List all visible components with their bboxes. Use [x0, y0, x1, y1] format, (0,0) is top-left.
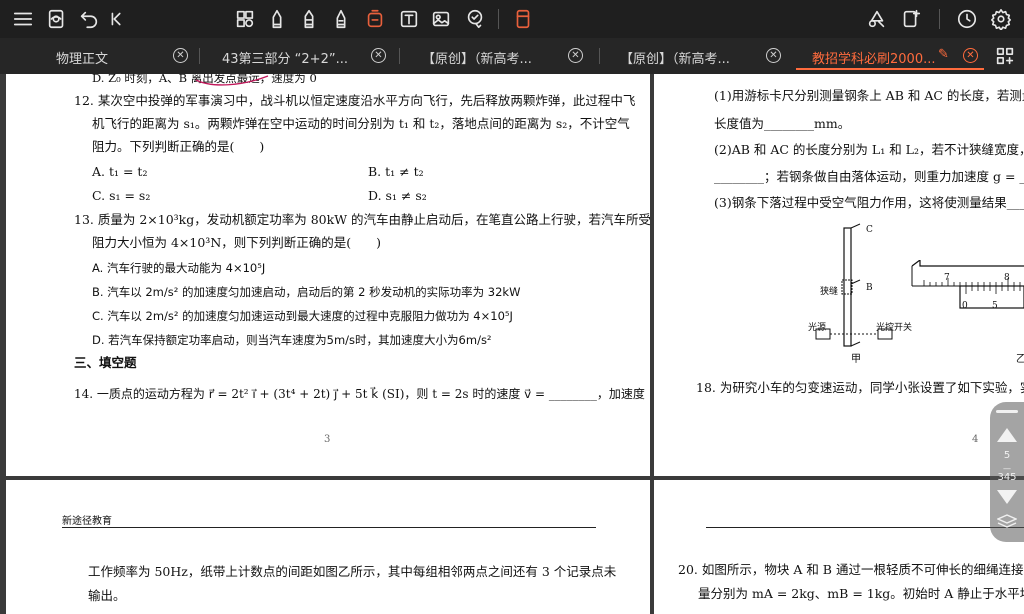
ruler-mark: 8 [1004, 273, 1010, 283]
close-tab-icon[interactable]: ✕ [766, 48, 781, 63]
clock-icon[interactable] [954, 6, 980, 32]
total-pages: 345 [997, 472, 1017, 483]
document-tab-bar: 物理正文 ✕ 43第三部分 “2+2”... ✕ 【原创】（新高考... ✕ 【… [0, 38, 1024, 74]
option-d: D. s₁ ≠ s₂ [368, 188, 427, 203]
text-box-icon[interactable] [396, 6, 422, 32]
question-12-line1: 12. 某次空中投弹的军事演习中，战斗机以恒定速度沿水平方向飞行，先后释放两颗炸… [74, 93, 636, 108]
page-up-icon[interactable] [997, 428, 1017, 442]
shapes-icon[interactable] [864, 6, 890, 32]
lasso-icon[interactable] [462, 6, 488, 32]
highlighter-icon[interactable] [328, 6, 354, 32]
close-tab-icon[interactable]: ✕ [568, 48, 583, 63]
edit-pencil-icon[interactable]: ✎ [938, 47, 949, 62]
tab-5-active[interactable]: 教招学科必刷2000... ✎ ✕ [790, 38, 990, 74]
layers-icon[interactable] [997, 514, 1017, 528]
ruler-mark: 7 [944, 273, 950, 283]
option-a: A. 汽车行驶的最大动能为 4×10⁵J [92, 261, 266, 275]
close-tab-icon[interactable]: ✕ [963, 48, 978, 63]
top-toolbar [0, 0, 1024, 38]
previous-page-icon[interactable] [104, 6, 130, 32]
figure-label-yi: 乙 [1016, 354, 1024, 365]
pdf-page-3: D. Z₀ 时刻，A、B 离出发点最远，速度为 0 12. 某次空中投弹的军事演… [6, 74, 650, 476]
question-20-line2: 量分别为 mA = 2kg、mB = 1kg。初始时 A 静止于水平地面上， [698, 586, 1024, 601]
tab-3[interactable]: 【原创】（新高考... ✕ [400, 38, 600, 74]
page-number: 3 [324, 434, 331, 445]
option-b: B. t₁ ≠ t₂ [368, 164, 424, 179]
question-12-line3: 阻力。下列判断正确的是( ) [92, 139, 265, 154]
page4-line5: (3)钢条下落过程中受空气阻力作用，这将使测量结果____ [714, 195, 1024, 210]
page4-line1: (1)用游标卡尺分别测量钢条上 AB 和 AC 的长度，若测量 [714, 88, 1024, 103]
pen-icon[interactable] [264, 6, 290, 32]
option-d: D. 若汽车保持额定功率启动，则当汽车速度为5m/s时，其加速度大小为6m/s² [92, 333, 492, 347]
page-number: 4 [972, 434, 979, 445]
question-20-line1: 20. 如图所示，物块 A 和 B 通过一根轻质不可伸长的细绳连接，B [678, 562, 1024, 577]
handwritten-underline [195, 75, 269, 86]
tab-grid-icon[interactable] [992, 43, 1018, 69]
question-14: 14. 一质点的运动方程为 r⃗ = 2t² i⃗ + (3t⁴ + 2t) j… [74, 387, 645, 401]
section-heading: 三、填空题 [74, 355, 137, 370]
option-a: A. t₁ = t₂ [92, 164, 148, 179]
figure-label-jia: 甲 [851, 354, 861, 365]
tab-label: 【原创】（新高考... [620, 52, 730, 67]
question-12-line2: 机飞行的距离为 s₁。两颗炸弹在空中运动的时间分别为 t₁ 和 t₂，落地点间的… [92, 116, 630, 131]
drag-handle[interactable] [996, 410, 1018, 413]
page4-line3: (2)AB 和 AC 的长度分别为 L₁ 和 L₂，若不计狭缝宽度，在 [714, 142, 1024, 157]
close-tab-icon[interactable]: ✕ [173, 48, 188, 63]
page-down-icon[interactable] [997, 490, 1017, 504]
page5-line2: 输出。 [88, 588, 126, 603]
current-page: 5 [1003, 450, 1011, 461]
close-tab-icon[interactable]: ✕ [371, 48, 386, 63]
pdf-reader-window: 物理正文 ✕ 43第三部分 “2+2”... ✕ 【原创】（新高考... ✕ 【… [0, 0, 1024, 614]
page-scroller[interactable]: 5 — 345 [990, 402, 1024, 542]
tab-4[interactable]: 【原创】（新高考... ✕ [600, 38, 790, 74]
tab-label: 43第三部分 “2+2”... [222, 52, 348, 67]
question-13-line2: 阻力大小恒为 4×10³N，则下列判断正确的是( ) [92, 235, 382, 250]
option-c: C. 汽车以 2m/s² 的加速度匀加速运动到最大速度的过程中克服阻力做功为 4… [92, 309, 513, 323]
image-icon[interactable] [428, 6, 454, 32]
option-c: C. s₁ = s₂ [92, 188, 151, 203]
label-c: C [866, 225, 873, 235]
question-13-line1: 13. 质量为 2×10³kg，发动机额定功率为 80kW 的汽车由静止启动后，… [74, 212, 650, 227]
label-b: B [866, 283, 873, 293]
tab-1[interactable]: 物理正文 ✕ [0, 38, 200, 74]
page4-line4: ________；若钢条做自由落体运动，则重力加速度 g = ____ [714, 169, 1024, 184]
label-light-source: 光源 [808, 323, 827, 333]
settings-gear-icon[interactable] [988, 6, 1014, 32]
pdf-page-5: 新途径教育 工作频率为 50Hz，纸带上计数点的间距如图乙所示，其中每组相邻两点… [6, 480, 650, 614]
tab-2[interactable]: 43第三部分 “2+2”... ✕ [200, 38, 400, 74]
bookmark-icon[interactable] [510, 6, 536, 32]
marker-icon[interactable] [296, 6, 322, 32]
label-light-switch: 光控开关 [876, 323, 913, 333]
undo-icon[interactable] [76, 6, 102, 32]
pdf-page-6: 20. 如图所示，物块 A 和 B 通过一根轻质不可伸长的细绳连接，B 量分别为… [654, 480, 1024, 614]
eye-document-icon[interactable] [44, 6, 70, 32]
tab-label: 物理正文 [56, 52, 109, 67]
option-b: B. 汽车以 2m/s² 的加速度匀加速启动，启动后的第 2 秒发动机的实际功率… [92, 285, 521, 299]
page5-line1: 工作频率为 50Hz，纸带上计数点的间距如图乙所示，其中每组相邻两点之间还有 3… [88, 564, 617, 579]
pdf-page-4: (1)用游标卡尺分别测量钢条上 AB 和 AC 的长度，若测量 长度值为____… [654, 74, 1024, 476]
label-slit: 狭缝 [820, 287, 839, 297]
question-18: 18. 为研究小车的匀变速运动，同学小张设置了如下实验，实验 [696, 380, 1024, 395]
vernier-mark: 0 [962, 301, 968, 311]
tab-label: 【原创】（新高考... [422, 52, 532, 67]
add-page-icon[interactable] [898, 6, 924, 32]
menu-icon[interactable] [10, 6, 36, 32]
tab-label: 教招学科必刷2000... [812, 52, 936, 67]
eraser-icon[interactable] [362, 6, 388, 32]
layout-icon[interactable] [232, 6, 258, 32]
vernier-mark: 5 [992, 301, 998, 311]
page4-line2: 长度值为________mm。 [714, 116, 851, 131]
